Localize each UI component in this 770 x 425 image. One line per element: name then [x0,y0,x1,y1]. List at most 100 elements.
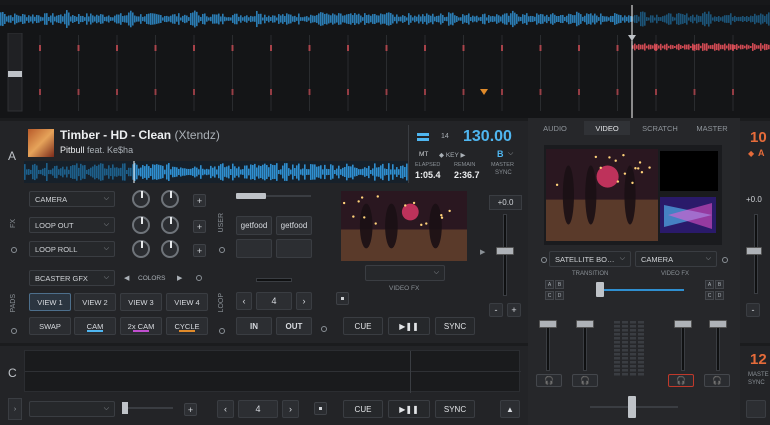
video-fx-dropdown[interactable]: ⌵ [365,265,445,281]
deck-d-button[interactable] [746,400,766,418]
chevron-down-icon[interactable]: ⌵ [508,150,513,158]
video-crossfader-handle[interactable] [596,282,604,297]
pad-2x-cam[interactable]: 2x CAM [120,317,162,335]
right-deck-b-button[interactable]: B [715,280,724,289]
deck-a-scrolling-waveform[interactable] [0,5,770,33]
loop-size[interactable]: 4 [256,292,292,310]
key-arrow-left[interactable]: ◆ [439,152,446,159]
fx2-add-button[interactable]: + [193,220,206,233]
deck-d-master-label[interactable]: MASTE [748,372,769,378]
pads-toggle-dot[interactable] [11,328,17,334]
deck-d-sync-label[interactable]: SYNC [748,380,765,386]
loop-slider[interactable] [256,278,292,282]
channel-b-fader-track[interactable] [681,323,685,371]
pad-swap[interactable]: SWAP [29,317,71,335]
right-deck-c-button[interactable]: C [705,291,714,300]
crossfader-handle[interactable] [628,396,636,418]
pad-cam[interactable]: CAM [74,317,116,335]
channel-c-fader-knob[interactable] [539,320,557,328]
stop-button[interactable] [336,292,349,305]
channel-d-fader-track[interactable] [716,323,720,371]
fx3-knob-b[interactable] [161,240,179,258]
key-value[interactable]: B [497,149,504,159]
right-deck-d-button[interactable]: D [715,291,724,300]
tab-video[interactable]: VIDEO [584,121,630,135]
fx1-add-button[interactable]: + [193,194,206,207]
cue-button[interactable]: CUE [343,317,383,335]
video-crossfader-track[interactable] [604,289,684,291]
loop-roll-dot[interactable] [321,326,327,332]
left-deck-a-button[interactable]: A [545,280,554,289]
triangle-right-icon[interactable]: ▶ [480,248,485,256]
deck-b-bpm[interactable]: 10 [750,129,767,146]
pad-view-2[interactable]: VIEW 2 [74,293,116,311]
deck-b-key[interactable]: A [758,148,765,158]
pitch-fader-knob[interactable] [496,247,514,255]
loop-toggle-dot[interactable] [219,328,225,334]
deck-a-mini-waveform[interactable] [24,161,408,183]
master-label[interactable]: MASTER [491,162,514,168]
deck-b-pitch-knob[interactable] [746,247,762,255]
fx1-knob-b[interactable] [161,190,179,208]
user-button-4[interactable] [276,239,312,258]
loop-halve-button[interactable]: ‹ [236,292,252,310]
mt-label[interactable]: MT [419,151,428,158]
fx3-add-button[interactable]: + [193,244,206,257]
play-pause-button[interactable]: ▶❚❚ [388,400,430,418]
beat-grid-area[interactable] [0,33,770,118]
loop-double-button[interactable]: › [296,292,312,310]
tab-master[interactable]: MASTER [688,121,736,135]
headphone-icon[interactable]: 🎧 [572,374,598,387]
colors-prev-arrow[interactable]: ◀ [124,274,129,282]
headphone-icon[interactable]: 🎧 [668,374,694,387]
deck-c-add-button[interactable]: + [184,403,197,416]
tab-audio[interactable]: AUDIO [532,121,578,135]
play-pause-button[interactable]: ▶❚❚ [388,317,430,335]
sync-label[interactable]: SYNC [495,170,512,176]
stop-button[interactable] [314,402,327,415]
user-button-1[interactable]: getfood [236,216,272,235]
mixer-right-dot[interactable] [722,257,728,263]
user-toggle-dot[interactable] [219,247,225,253]
channel-c-fader-track[interactable] [546,323,550,371]
deck-c-dropdown[interactable]: ⌵ [29,401,115,417]
tab-scratch[interactable]: SCRATCH [636,121,684,135]
deck-d-bpm[interactable]: 12 [750,351,767,368]
right-deck-a-button[interactable]: A [705,280,714,289]
waveform-overview[interactable] [0,0,770,118]
sync-button[interactable]: SYNC [435,400,475,418]
fx2-knob-b[interactable] [161,216,179,234]
pad-view-3[interactable]: VIEW 3 [120,293,162,311]
user-button-3[interactable] [236,239,272,258]
headphone-icon[interactable]: 🎧 [704,374,730,387]
bpm-value[interactable]: 130.00 [463,128,512,146]
fx3-knob-a[interactable] [132,240,150,258]
transition-source-dropdown[interactable]: SATELLITE BO… ⌵ [549,251,631,267]
deck-b-pitch-value[interactable]: +0.0 [746,195,762,204]
cue-button[interactable]: CUE [343,400,383,418]
left-deck-b-button[interactable]: B [555,280,564,289]
deck-b-pitch-minus[interactable]: - [746,303,760,317]
mixer-left-dot[interactable] [541,257,547,263]
fx1-knob-a[interactable] [132,190,150,208]
user-slider-handle[interactable] [236,193,266,199]
fx-toggle-dot[interactable] [11,247,17,253]
deck-c-waveform-empty[interactable] [24,350,521,393]
colors-toggle-dot[interactable] [196,275,202,281]
colors-next-arrow[interactable]: ▶ [177,274,182,282]
pads-mode-dropdown[interactable]: BCASTER GFX ⌵ [29,270,115,286]
pitch-value[interactable]: +0.0 [489,195,522,210]
deck-c-eject-button[interactable]: ▲ [500,400,520,418]
deck-c-loop-halve[interactable]: ‹ [217,400,234,418]
deck-c-loop-size[interactable]: 4 [238,400,278,418]
deck-c-expand-arrow[interactable]: › [8,398,22,420]
loop-out-button[interactable]: OUT [276,317,312,335]
deck-c-slider-track[interactable] [128,407,173,409]
left-deck-c-button[interactable]: C [545,291,554,300]
user-button-2[interactable]: getfood [276,216,312,235]
pitch-fader-track[interactable] [503,214,507,296]
video-fx-source-dropdown[interactable]: CAMERA ⌵ [635,251,717,267]
pad-view-1[interactable]: VIEW 1 [29,293,71,311]
pad-cycle[interactable]: CYCLE [166,317,208,335]
left-deck-d-button[interactable]: D [555,291,564,300]
